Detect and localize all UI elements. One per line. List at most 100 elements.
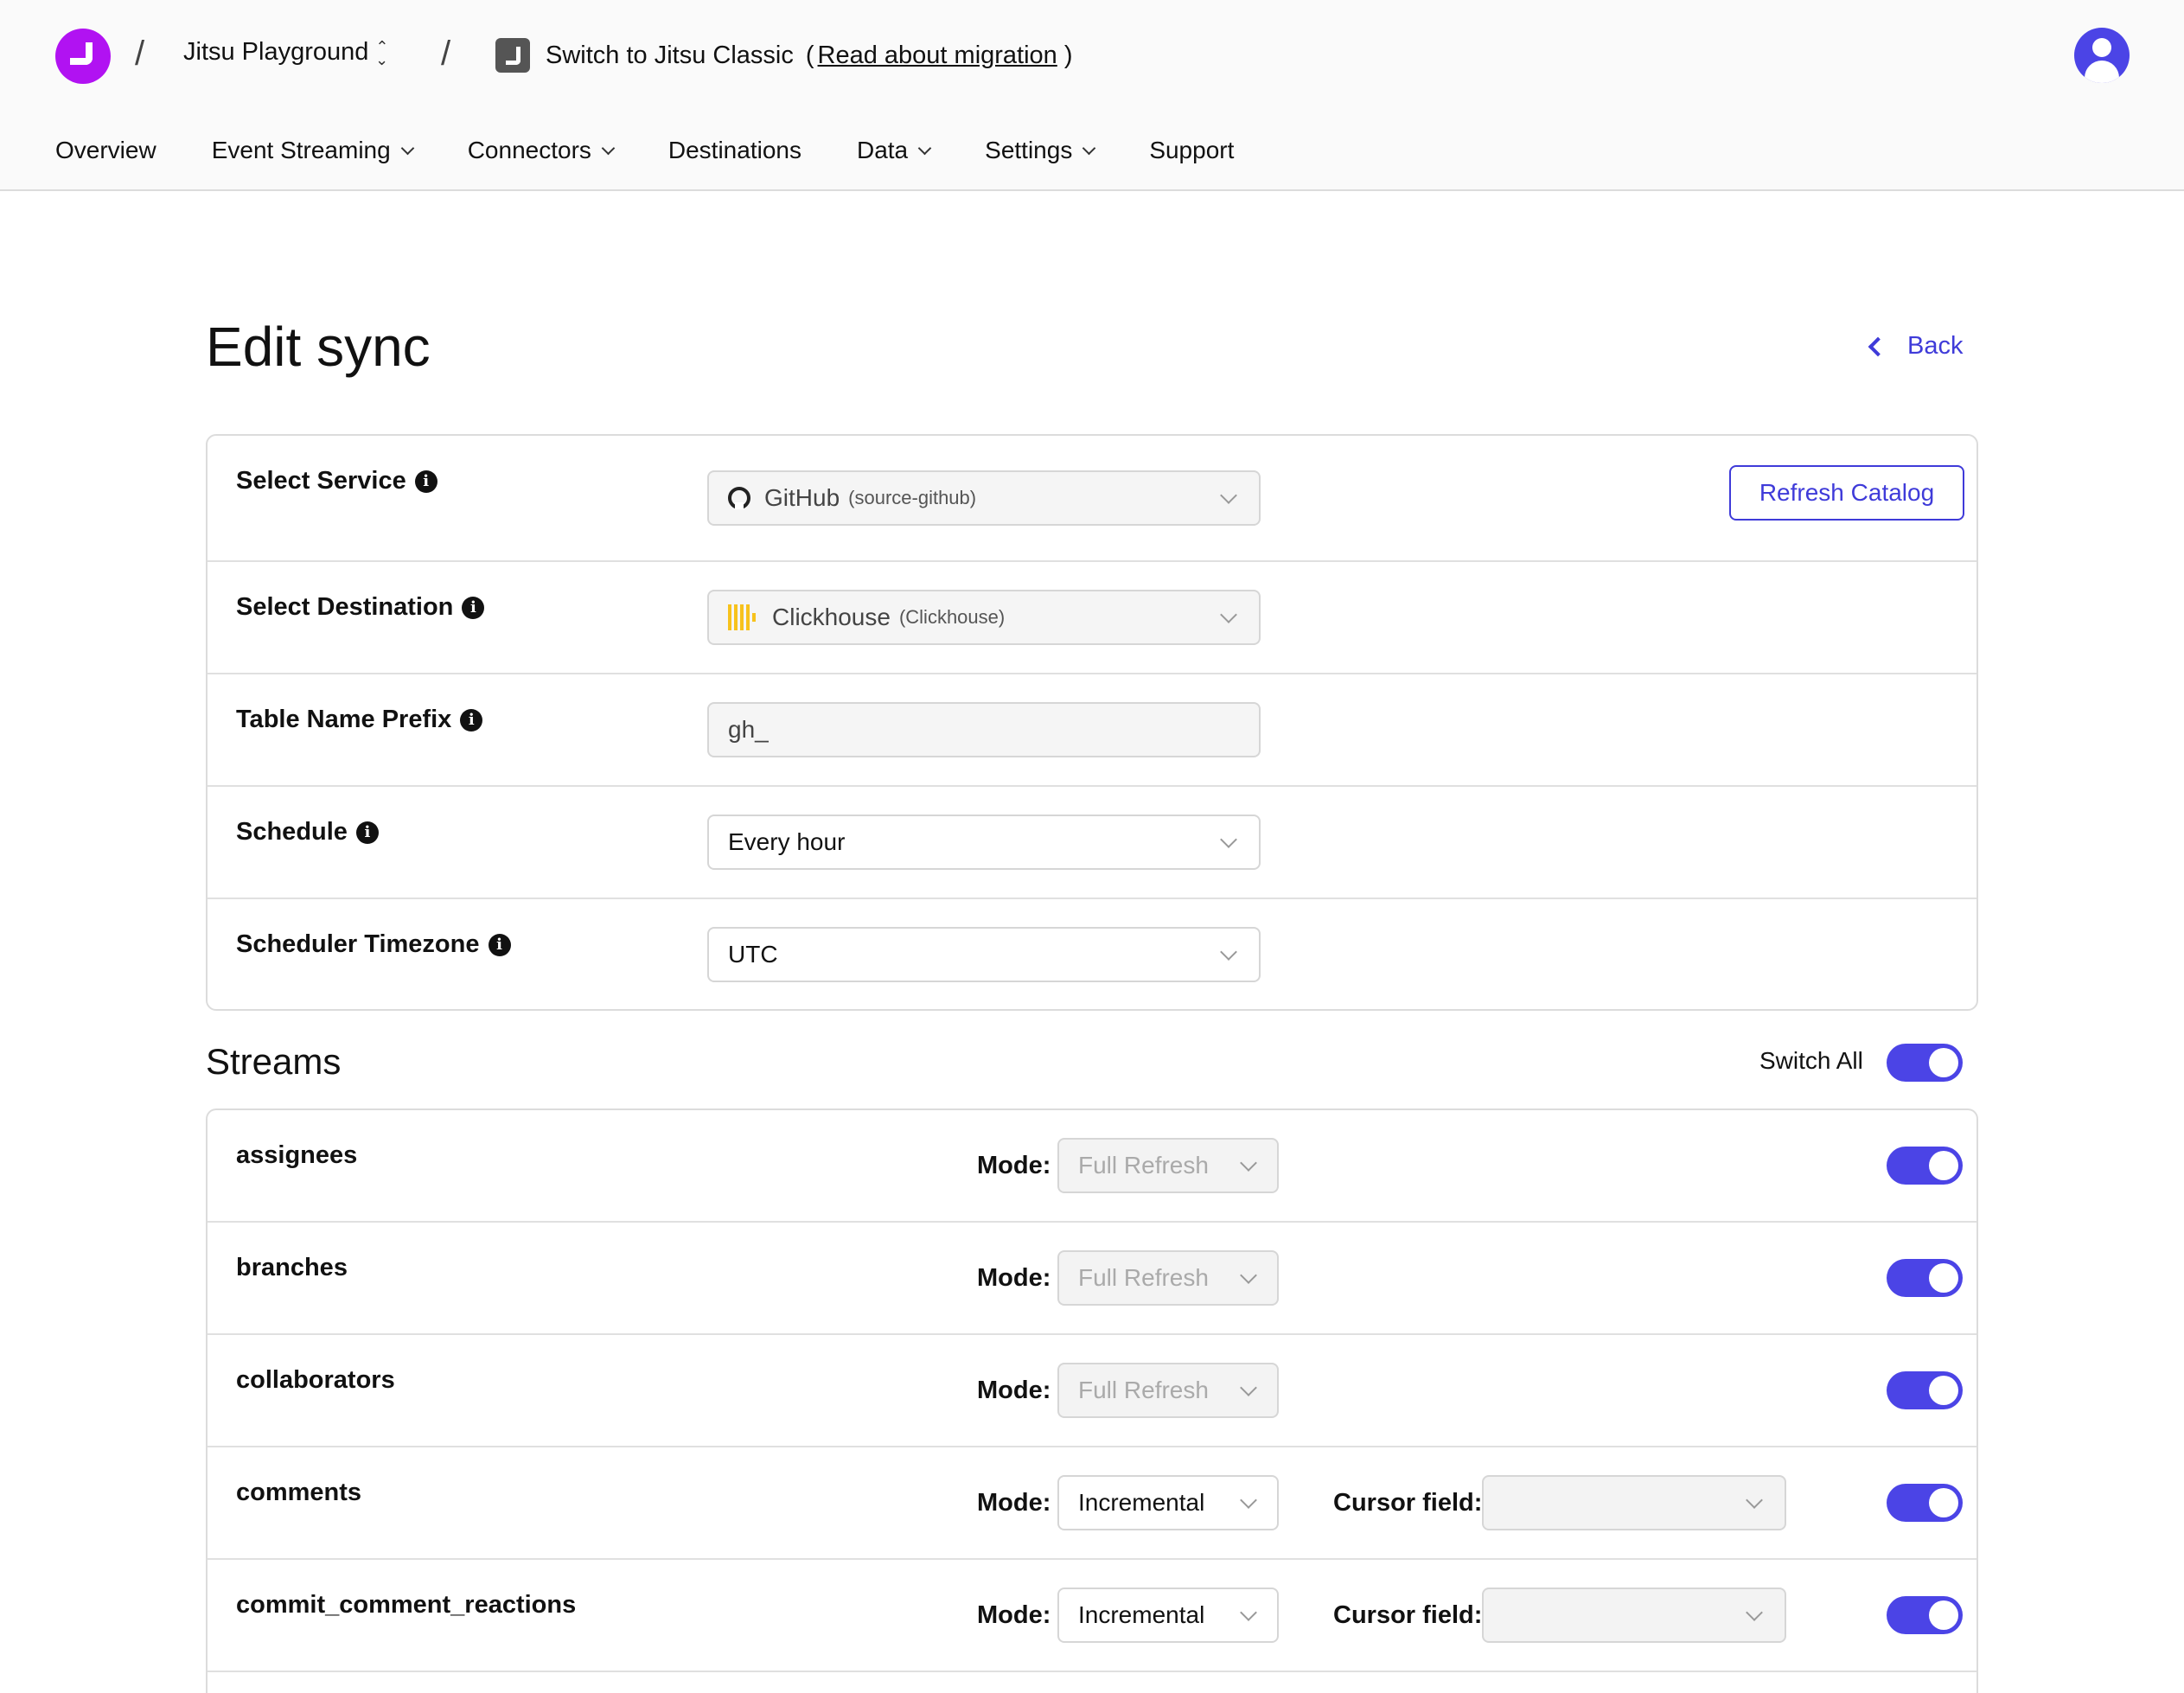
- mode-select[interactable]: Full Refresh: [1057, 1138, 1279, 1193]
- mode-value: Incremental: [1078, 1601, 1205, 1628]
- mode-select[interactable]: Full Refresh: [1057, 1250, 1279, 1306]
- prefix-label: Table Name Prefix i: [236, 706, 483, 734]
- stream-toggle[interactable]: [1887, 1259, 1963, 1297]
- stream-toggle[interactable]: [1887, 1147, 1963, 1185]
- mode-label: Mode:: [977, 1601, 1051, 1629]
- cursor-field-select[interactable]: [1482, 1475, 1786, 1530]
- nav-item-support[interactable]: Support: [1149, 137, 1234, 164]
- mode-label: Mode:: [977, 1152, 1051, 1179]
- nav-item-event-streaming[interactable]: Event Streaming: [211, 137, 414, 164]
- chevron-down-icon: [1746, 1604, 1763, 1621]
- schedule-label-text: Schedule: [236, 818, 348, 846]
- cursor-field-select[interactable]: [1482, 1588, 1786, 1643]
- nav-item-label: Settings: [985, 137, 1073, 163]
- stream-name: collaborators: [236, 1366, 395, 1394]
- nav-item-label: Destinations: [667, 137, 801, 163]
- chevron-down-icon: [1220, 831, 1237, 848]
- mode-select[interactable]: Full Refresh: [1057, 1363, 1279, 1418]
- info-icon[interactable]: i: [488, 933, 511, 956]
- destination-label-text: Select Destination: [236, 593, 454, 621]
- mode-value: Full Refresh: [1078, 1264, 1209, 1291]
- cursor-field-label: Cursor field:: [1333, 1489, 1483, 1517]
- destination-sub: (Clickhouse): [898, 606, 1006, 628]
- migration-link[interactable]: Read about migration: [818, 42, 1057, 70]
- stream-toggle[interactable]: [1887, 1596, 1963, 1634]
- mode-label: Mode:: [977, 1377, 1051, 1404]
- stream-name: comments: [236, 1479, 362, 1506]
- workspace-switcher[interactable]: Jitsu Playground ⌃ ⌃: [183, 38, 389, 67]
- nav-item-data[interactable]: Data: [856, 137, 932, 164]
- paren-close: ): [1063, 41, 1073, 69]
- timezone-select[interactable]: UTC: [707, 927, 1261, 982]
- service-sub: (source-github): [848, 487, 977, 508]
- chevron-down-icon: [1220, 606, 1237, 623]
- prefix-row: Table Name Prefix i gh_: [208, 674, 1976, 787]
- chevron-down-icon: [1082, 141, 1096, 155]
- service-select[interactable]: GitHub (source-github): [707, 470, 1261, 526]
- nav-item-settings[interactable]: Settings: [985, 137, 1096, 164]
- updown-chevron-icon: ⌃ ⌃: [375, 37, 389, 67]
- destination-label: Select Destination i: [236, 593, 485, 622]
- schedule-select[interactable]: Every hour: [707, 815, 1261, 870]
- destination-row: Select Destination i Clickhouse (Clickho…: [208, 562, 1976, 674]
- clickhouse-icon: [728, 604, 758, 630]
- breadcrumb-separator: /: [441, 35, 451, 73]
- page-title: Edit sync: [206, 316, 431, 378]
- destination-select[interactable]: Clickhouse (Clickhouse): [707, 590, 1261, 645]
- chevron-left-icon: [1868, 336, 1888, 356]
- stream-row: assignees Mode: Full Refresh: [208, 1110, 1976, 1223]
- chevron-down-icon: [1220, 943, 1237, 961]
- back-button[interactable]: Back: [1868, 332, 1963, 361]
- prefix-label-text: Table Name Prefix: [236, 706, 452, 733]
- mode-select[interactable]: Incremental: [1057, 1475, 1279, 1530]
- stream-name: branches: [236, 1254, 348, 1281]
- stream-toggle[interactable]: [1887, 1484, 1963, 1522]
- streams-list: assignees Mode: Full Refresh branches Mode: F…: [206, 1108, 1978, 1693]
- breadcrumb-separator: /: [135, 35, 145, 73]
- jitsu-classic-icon: [495, 38, 530, 73]
- nav-item-label: Data: [856, 137, 909, 163]
- workspace-name: Jitsu Playground: [183, 38, 369, 66]
- table-prefix-input[interactable]: gh_: [707, 702, 1261, 757]
- info-icon[interactable]: i: [462, 596, 485, 619]
- nav-item-label: Event Streaming: [211, 137, 391, 163]
- stream-toggle[interactable]: [1887, 1371, 1963, 1409]
- timezone-value: UTC: [728, 941, 778, 968]
- prefix-value: gh_: [728, 716, 769, 743]
- info-icon[interactable]: i: [355, 821, 379, 844]
- info-icon[interactable]: i: [460, 708, 483, 732]
- sync-settings-card: Select Service i GitHub (source-github) …: [206, 434, 1978, 1011]
- stream-row: comments Mode: Incremental Cursor field:: [208, 1447, 1976, 1560]
- timezone-row: Scheduler Timezone i UTC: [208, 899, 1976, 1009]
- nav-item-overview[interactable]: Overview: [55, 137, 156, 164]
- classic-switch: Switch to Jitsu Classic ( Read about mig…: [495, 38, 1073, 73]
- chevron-down-icon: [601, 141, 616, 155]
- top-header: / Jitsu Playground ⌃ ⌃ / Switch to Jitsu …: [0, 0, 2184, 191]
- switch-all-toggle[interactable]: [1887, 1044, 1963, 1082]
- nav-item-connectors[interactable]: Connectors: [467, 137, 616, 164]
- schedule-value: Every hour: [728, 828, 846, 855]
- classic-switch-link[interactable]: Switch to Jitsu Classic: [546, 42, 794, 70]
- refresh-catalog-button[interactable]: Refresh Catalog: [1729, 465, 1964, 521]
- nav-item-destinations[interactable]: Destinations: [668, 137, 801, 164]
- chevron-down-icon: [1746, 1492, 1763, 1509]
- chevron-down-icon: [917, 141, 932, 155]
- cursor-field-label: Cursor field:: [1333, 1601, 1483, 1629]
- mode-label: Mode:: [977, 1489, 1051, 1517]
- service-value: GitHub: [764, 484, 840, 511]
- mode-select[interactable]: Incremental: [1057, 1588, 1279, 1643]
- mode-value: Full Refresh: [1078, 1377, 1209, 1403]
- user-avatar-icon[interactable]: [2074, 28, 2130, 83]
- paren-open: (: [805, 41, 814, 69]
- destination-value: Clickhouse: [772, 604, 891, 630]
- timezone-label-text: Scheduler Timezone: [236, 930, 480, 958]
- jitsu-logo[interactable]: [55, 29, 111, 84]
- page: / Jitsu Playground ⌃ ⌃ / Switch to Jitsu …: [0, 0, 2184, 1693]
- stream-name: commit_comment_reactions: [236, 1591, 577, 1619]
- stream-name: assignees: [236, 1141, 358, 1169]
- mode-label: Mode:: [977, 1264, 1051, 1292]
- github-icon: [728, 487, 750, 509]
- chevron-down-icon: [1240, 1154, 1257, 1172]
- info-icon[interactable]: i: [414, 470, 437, 493]
- nav-item-label: Connectors: [467, 137, 591, 163]
